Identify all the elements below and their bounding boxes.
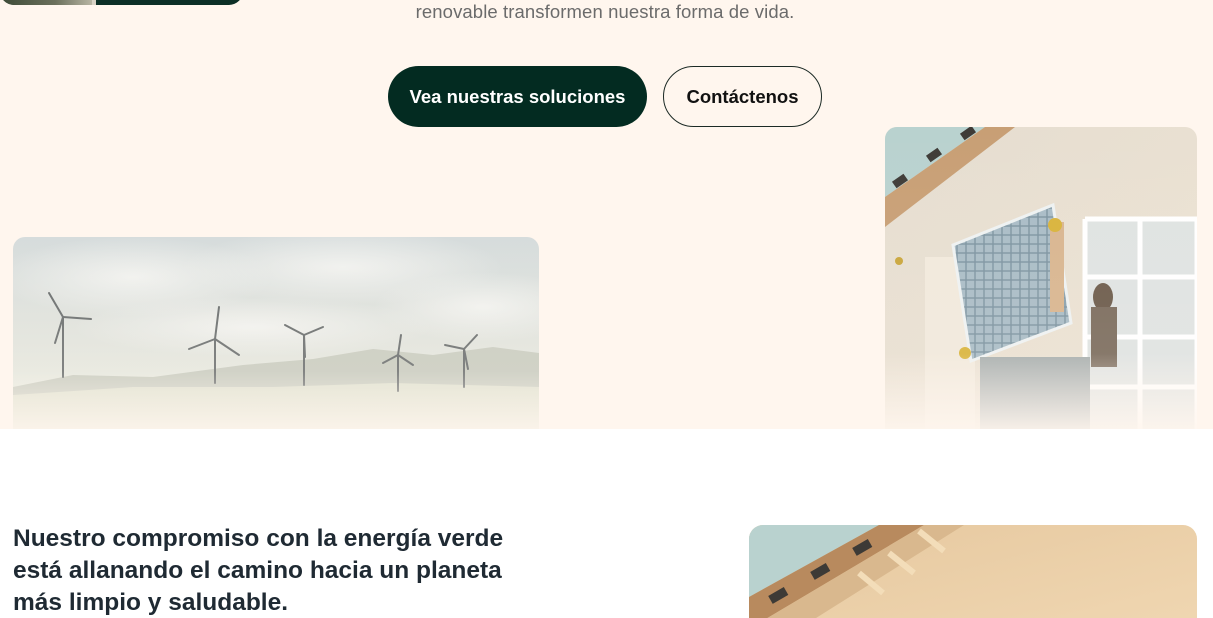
contact-button[interactable]: Contáctenos	[663, 66, 822, 127]
wind-turbines-image	[13, 237, 539, 429]
solar-installer-image	[885, 127, 1197, 429]
solar-roof-image	[749, 525, 1197, 618]
hero-subtitle: renovable transformen nuestra forma de v…	[415, 1, 795, 22]
commitment-heading: Nuestro compromiso con la energía verde …	[13, 525, 504, 616]
view-solutions-button[interactable]: Vea nuestras soluciones	[388, 66, 647, 127]
hero-section: renovable transformen nuestra forma de v…	[0, 0, 1213, 429]
